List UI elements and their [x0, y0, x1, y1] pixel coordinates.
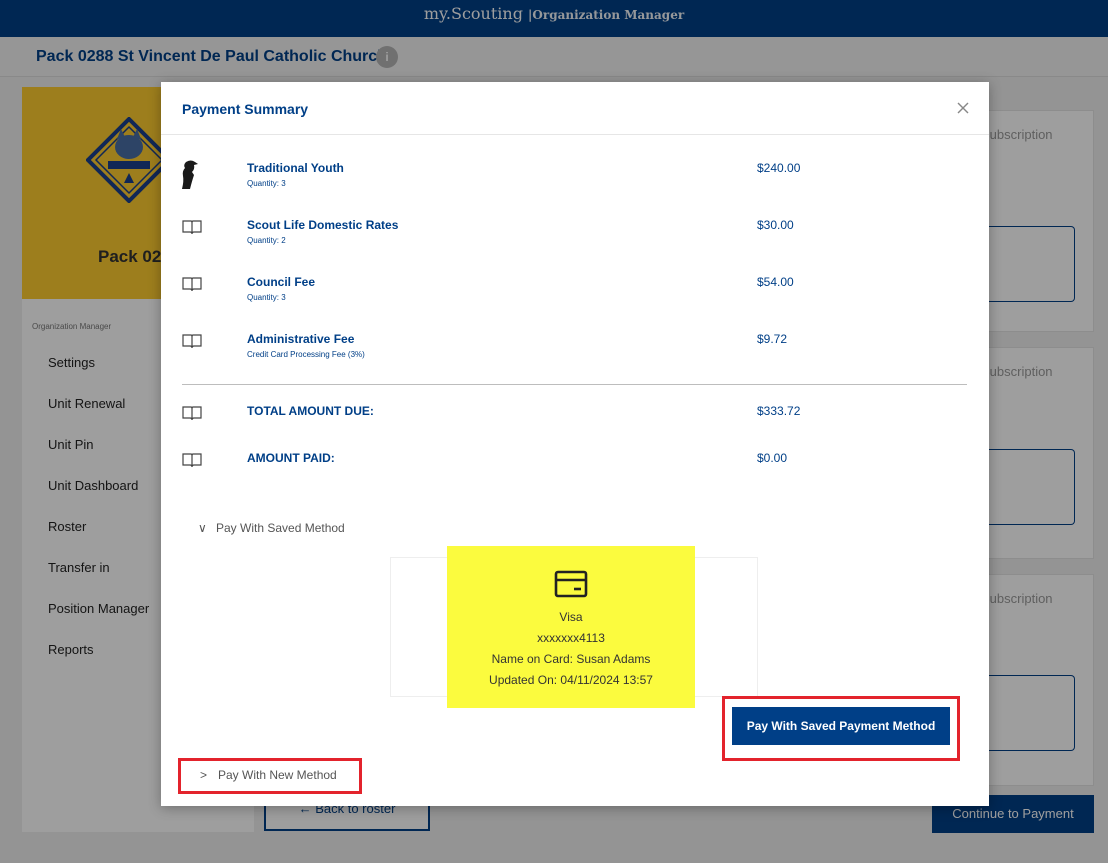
saved-card-details[interactable]: Visa xxxxxxx4113 Name on Card: Susan Ada…	[447, 546, 695, 708]
item-name: Council Fee	[247, 275, 316, 289]
item-price: $30.00	[757, 218, 794, 232]
book-icon	[182, 453, 202, 468]
amount-paid-label: AMOUNT PAID:	[247, 451, 335, 465]
card-name: Name on Card: Susan Adams	[491, 652, 651, 666]
total-label: TOTAL AMOUNT DUE:	[247, 404, 374, 418]
book-icon	[182, 406, 202, 421]
total-row: AMOUNT PAID: $0.00	[161, 451, 989, 493]
line-item: Traditional Youth Quantity: 3 $240.00	[161, 160, 989, 203]
line-item: Administrative Fee Credit Card Processin…	[161, 332, 989, 374]
item-name: Traditional Youth	[247, 161, 344, 175]
book-icon	[182, 277, 202, 292]
item-name: Administrative Fee	[247, 332, 355, 346]
item-price: $240.00	[757, 161, 801, 175]
card-updated-on: Updated On: 04/11/2024 13:57	[489, 673, 653, 687]
item-quantity: Quantity: 3	[247, 179, 286, 188]
total-row: TOTAL AMOUNT DUE: $333.72	[161, 404, 989, 446]
item-price: $9.72	[757, 332, 788, 346]
youth-silhouette-icon	[182, 160, 198, 189]
credit-card-icon	[554, 570, 588, 598]
item-quantity: Quantity: 2	[247, 236, 286, 245]
line-item: Scout Life Domestic Rates Quantity: 2 $3…	[161, 218, 989, 260]
close-icon[interactable]	[953, 98, 973, 118]
item-name: Scout Life Domestic Rates	[247, 218, 399, 232]
chevron-down-icon: ∨	[198, 521, 207, 535]
modal-header: Payment Summary	[161, 82, 989, 135]
item-price: $54.00	[757, 275, 794, 289]
summary-divider	[182, 384, 967, 385]
total-value: $333.72	[757, 404, 801, 418]
card-number: xxxxxxx4113	[537, 631, 605, 645]
pay-with-saved-method-toggle[interactable]: ∨ Pay With Saved Method	[198, 521, 345, 535]
annotation-highlight-box	[722, 696, 960, 761]
item-quantity: Quantity: 3	[247, 293, 286, 302]
annotation-highlight-box	[178, 758, 362, 794]
book-icon	[182, 220, 202, 235]
amount-paid-value: $0.00	[757, 451, 788, 465]
modal-title: Payment Summary	[182, 101, 309, 117]
book-icon	[182, 334, 202, 349]
toggle-label: Pay With Saved Method	[216, 521, 345, 535]
line-item: Council Fee Quantity: 3 $54.00	[161, 275, 989, 317]
payment-summary-modal: Payment Summary Traditional Youth Quanti…	[161, 82, 989, 806]
item-fee-description: Credit Card Processing Fee (3%)	[247, 350, 365, 359]
card-brand: Visa	[559, 610, 583, 624]
